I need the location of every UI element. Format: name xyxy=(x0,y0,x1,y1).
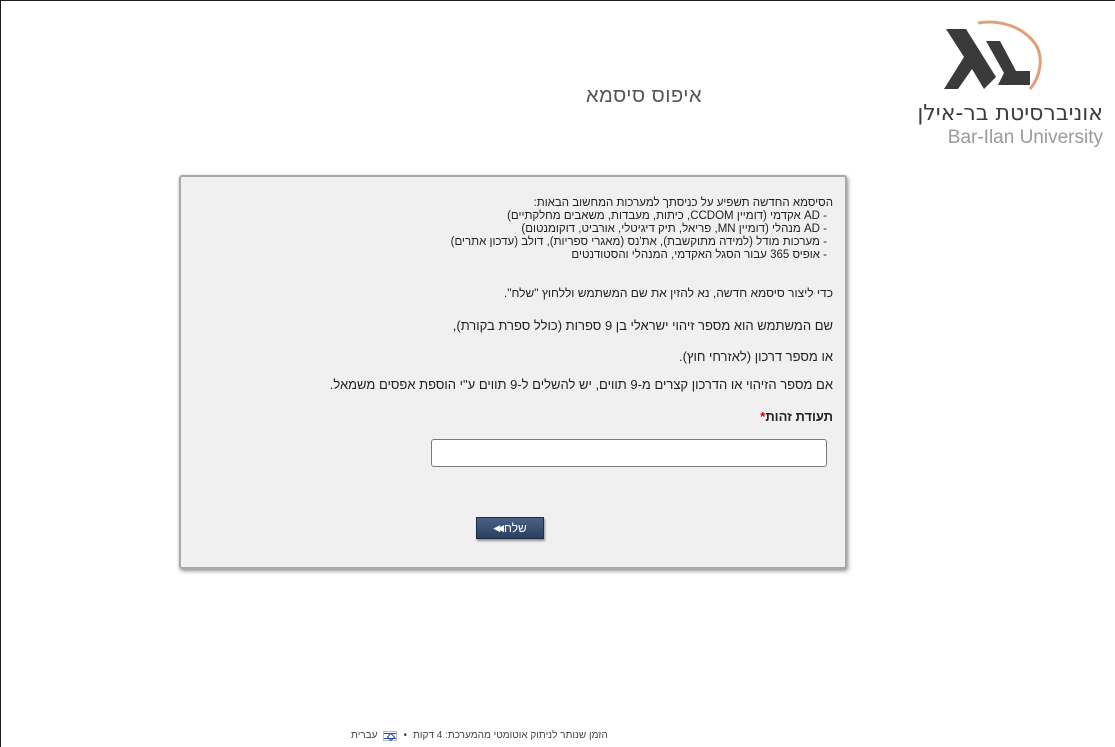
language-link[interactable]: עברית xyxy=(351,730,377,741)
footer: הזמן שנותר לניתוק אוטומטי מהמערכת: 4 דקו… xyxy=(351,730,608,741)
id-field-label-text: תעודת זהות xyxy=(765,409,833,424)
system-item: - AD מנהלי (דומיין MN, פריאל, תיק דיגיטל… xyxy=(521,223,827,235)
logo-name-english: Bar-Ilan University xyxy=(947,127,1103,148)
username-rule: שם המשתמש הוא מספר זיהוי ישראלי בן 9 ספר… xyxy=(452,318,833,333)
send-button-label: שלח xyxy=(504,521,527,535)
logo-name-hebrew: אוניברסיטת בר-אילן xyxy=(917,101,1103,126)
id-field-label: תעודת זהות* xyxy=(760,409,833,424)
page-title: איפוס סיסמא xyxy=(585,85,703,107)
page: אוניברסיטת בר-אילן Bar-Ilan University א… xyxy=(0,0,1115,747)
system-item: - AD אקדמי (דומיין CCDOM, כיתות, מעבדות,… xyxy=(507,210,827,222)
id-number-input[interactable] xyxy=(431,439,827,467)
system-item: - אופיס 365 עבור הסגל האקדמי, המנהלי והס… xyxy=(571,249,827,261)
systems-intro: הסיסמא החדשה תשפיע על כניסתך למערכות המח… xyxy=(533,197,833,209)
footer-separator: • xyxy=(403,730,407,741)
create-instruction: כדי ליצור סיסמא חדשה, נא להזין את שם המש… xyxy=(503,286,833,300)
reset-password-panel: הסיסמא החדשה תשפיע על כניסתך למערכות המח… xyxy=(179,175,847,569)
passport-rule: או מספר דרכון (לאזרחי חוץ). xyxy=(678,349,833,364)
session-timeout-text: הזמן שנותר לניתוק אוטומטי מהמערכת: 4 דקו… xyxy=(412,730,608,741)
israel-flag-icon[interactable] xyxy=(383,730,398,741)
send-button[interactable]: שלח ◀◀ xyxy=(476,517,544,539)
padding-rule: אם מספר הזיהוי או הדרכון קצרים מ-9 תווים… xyxy=(329,377,833,392)
system-item: - מערכות מודל (למידה מתוקשבת), את'נס (מא… xyxy=(450,236,827,248)
bar-ilan-logo-mark-icon xyxy=(944,20,1042,90)
double-arrow-icon: ◀◀ xyxy=(493,522,504,533)
university-logo[interactable]: אוניברסיטת בר-אילן Bar-Ilan University xyxy=(898,19,1103,154)
systems-info: הסיסמא החדשה תשפיע על כניסתך למערכות המח… xyxy=(193,197,833,262)
